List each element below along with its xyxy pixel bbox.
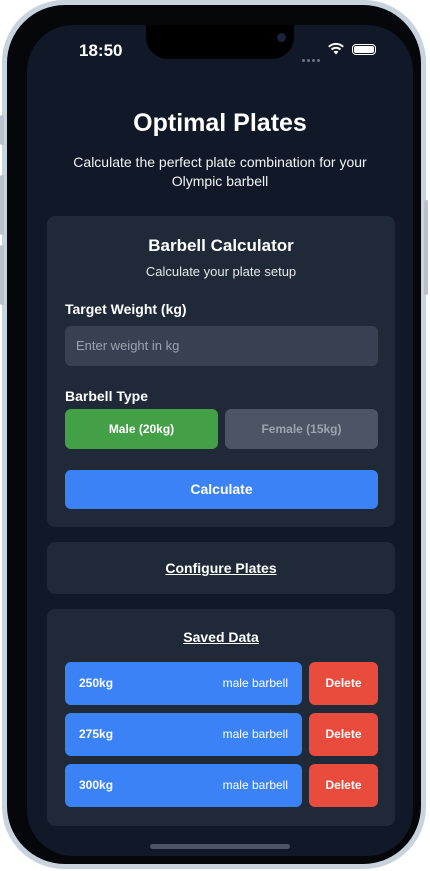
calculator-title: Barbell Calculator (148, 236, 294, 255)
barbell-type-label: Barbell Type (65, 388, 148, 404)
camera-icon (277, 33, 286, 42)
saved-data-card: Saved Data 250kg male barbell Delete 275… (47, 609, 395, 826)
saved-item-weight: 275kg (79, 727, 114, 741)
cellular-signal-icon (302, 49, 322, 67)
phone-frame: 18:50 Optimal Plates Calculate the perfe… (0, 0, 428, 869)
page-title: Optimal Plates (133, 109, 307, 137)
page-subtitle: Calculate the perfect plate combination … (73, 154, 367, 189)
saved-item-type: male barbell (222, 676, 288, 690)
saved-item: 275kg male barbell Delete (65, 713, 378, 756)
calculator-subtitle: Calculate your plate setup (145, 264, 297, 279)
male-barbell-button[interactable]: Male (20kg) (65, 409, 218, 449)
configure-plates-card: Configure Plates (47, 542, 395, 594)
delete-button[interactable]: Delete (309, 713, 378, 756)
saved-item-button[interactable]: 300kg male barbell (65, 764, 302, 807)
status-bar: 18:50 (27, 25, 413, 75)
female-barbell-button[interactable]: Female (15kg) (225, 409, 378, 449)
saved-item-type: male barbell (222, 778, 288, 792)
saved-item-button[interactable]: 250kg male barbell (65, 662, 302, 705)
volume-up-button (0, 175, 4, 235)
delete-button[interactable]: Delete (309, 764, 378, 807)
power-button (424, 200, 428, 295)
delete-button[interactable]: Delete (309, 662, 378, 705)
wifi-icon (328, 42, 344, 55)
target-weight-input[interactable]: Enter weight in kg (65, 326, 378, 366)
mute-switch (0, 115, 4, 145)
volume-down-button (0, 245, 4, 305)
saved-item: 300kg male barbell Delete (65, 764, 378, 807)
phone-bezel: 18:50 Optimal Plates Calculate the perfe… (7, 5, 421, 864)
dynamic-island (146, 25, 294, 59)
battery-icon (352, 44, 376, 55)
home-indicator[interactable] (150, 844, 290, 849)
saved-item-type: male barbell (222, 727, 288, 741)
target-weight-label: Target Weight (kg) (65, 301, 187, 317)
saved-item: 250kg male barbell Delete (65, 662, 378, 705)
saved-item-button[interactable]: 275kg male barbell (65, 713, 302, 756)
saved-item-weight: 250kg (79, 676, 114, 690)
saved-data-title[interactable]: Saved Data (47, 629, 395, 645)
app-screen: 18:50 Optimal Plates Calculate the perfe… (27, 25, 413, 856)
barbell-calculator-card: Barbell Calculator Calculate your plate … (47, 216, 395, 527)
configure-plates-link[interactable]: Configure Plates (47, 560, 395, 576)
saved-item-weight: 300kg (79, 778, 114, 792)
status-time: 18:50 (79, 41, 123, 60)
calculate-button[interactable]: Calculate (65, 470, 378, 509)
